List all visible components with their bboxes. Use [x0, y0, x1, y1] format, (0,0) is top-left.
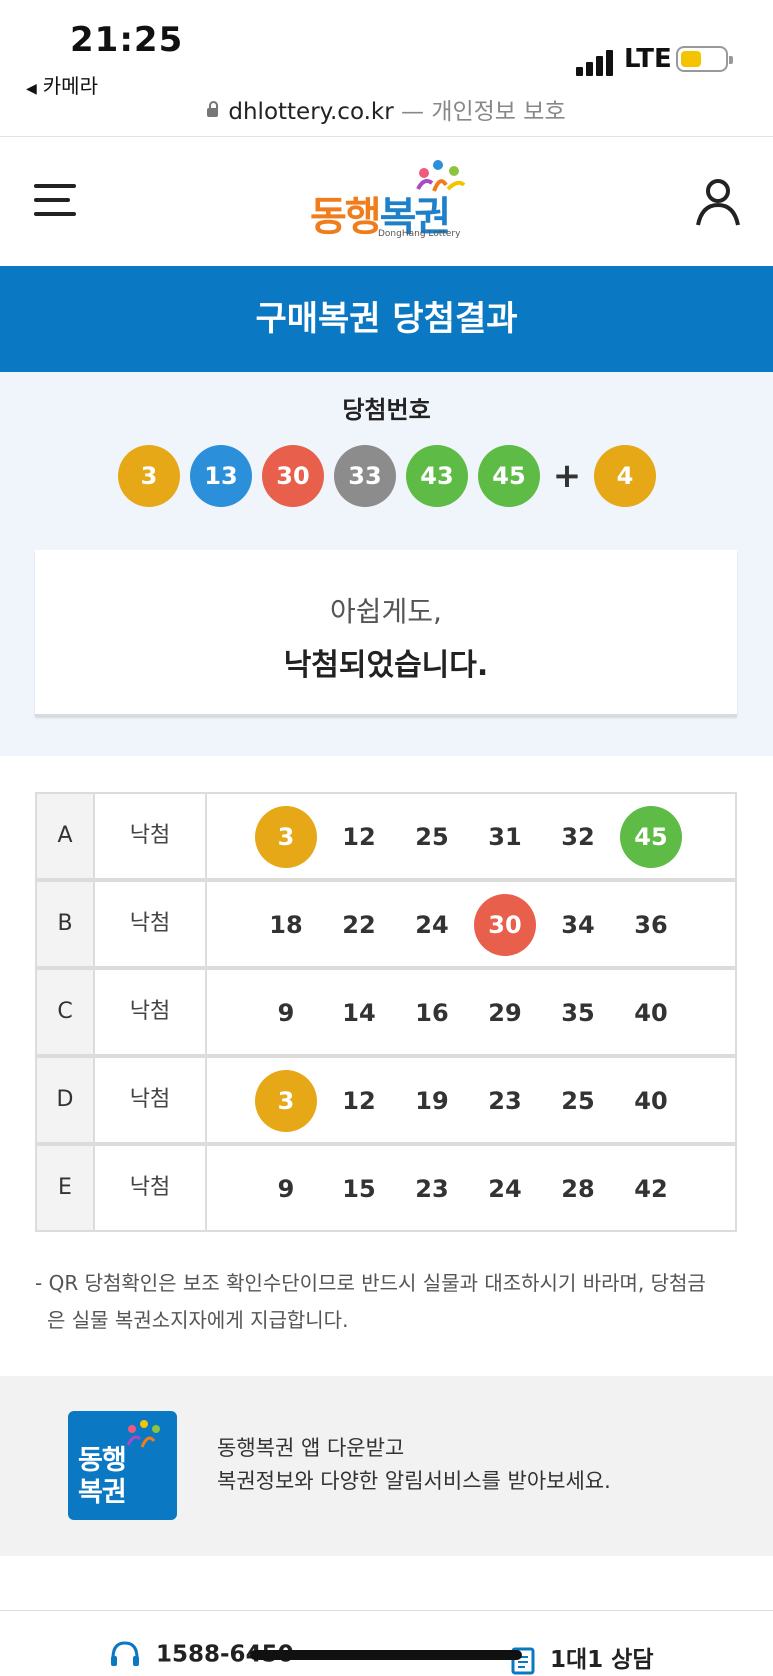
game-number: 40 [634, 1087, 668, 1115]
winning-ball: 30 [262, 445, 324, 507]
game-numbers: 3 12 19 23 25 40 [205, 1056, 737, 1144]
game-label: D [35, 1056, 95, 1144]
table-row: A 낙첨 3 12 25 31 32 45 [35, 792, 737, 880]
game-number: 36 [634, 911, 668, 939]
notice-line2: 은 실물 복권소지자에게 지급합니다. [47, 1308, 349, 1332]
winning-numbers-label: 당첨번호 [342, 396, 431, 424]
game-result: 낙첨 [93, 792, 207, 880]
app-logo-line2: 복권 [78, 1477, 127, 1508]
game-number: 29 [488, 999, 522, 1027]
game-number: 34 [561, 911, 595, 939]
game-number: 24 [488, 1175, 522, 1203]
game-result: 낙첨 [93, 1056, 207, 1144]
app-banner-line1: 동행복권 앱 다운받고 [217, 1436, 405, 1460]
game-number: 35 [561, 999, 595, 1027]
page-title: 구매복권 당첨결과 [0, 266, 773, 372]
game-number: 28 [561, 1175, 595, 1203]
game-number: 9 [277, 999, 295, 1027]
game-result: 낙첨 [93, 880, 207, 968]
notice-line1: - QR 당첨확인은 보조 확인수단이므로 반드시 실물과 대조하시기 바라며,… [35, 1271, 706, 1295]
clock: 21:25 [70, 20, 184, 60]
app-banner-text: 동행복권 앱 다운받고 복권정보와 다양한 알림서비스를 받아보세요. [217, 1432, 611, 1498]
headset-icon [111, 1641, 139, 1666]
chat-label: 1대1 상담 [550, 1647, 654, 1673]
result-message-line2: 낙첨되었습니다. [283, 648, 489, 683]
app-logo-figures-icon [126, 1420, 160, 1448]
winning-numbers-section: 당첨번호 3 13 30 33 43 45 +4 아쉽게도, 낙첨되었습니다. [0, 372, 773, 756]
site-logo[interactable]: 동행복권 DongHang Lottery [310, 159, 470, 249]
table-row: E 낙첨 9 15 23 24 28 42 [35, 1144, 737, 1232]
bonus-plus-sign: + [552, 456, 582, 496]
one-on-one-chat-link[interactable]: 1대1 상담 [510, 1640, 654, 1676]
game-label: E [35, 1144, 95, 1232]
app-banner-line2: 복권정보와 다양한 알림서비스를 받아보세요. [217, 1469, 611, 1493]
game-number: 25 [415, 823, 449, 851]
network-label: LTE [624, 44, 672, 74]
matched-number: 45 [620, 806, 682, 868]
table-row: D 낙첨 3 12 19 23 25 40 [35, 1056, 737, 1144]
hamburger-icon[interactable] [34, 182, 76, 218]
matched-number: 3 [255, 1070, 317, 1132]
game-numbers: 9 15 23 24 28 42 [205, 1144, 737, 1232]
game-number: 24 [415, 911, 449, 939]
home-indicator[interactable] [250, 1650, 522, 1660]
user-icon[interactable] [694, 177, 742, 227]
game-number: 32 [561, 823, 595, 851]
winning-ball: 45 [478, 445, 540, 507]
logo-subtitle: DongHang Lottery [378, 229, 461, 239]
game-number: 9 [277, 1175, 295, 1203]
table-row: C 낙첨 9 14 16 29 35 40 [35, 968, 737, 1056]
url-domain: dhlottery.co.kr [228, 99, 394, 125]
game-result: 낙첨 [93, 1144, 207, 1232]
matched-number: 3 [255, 806, 317, 868]
result-message-line1: 아쉽게도, [330, 595, 442, 628]
game-label: C [35, 968, 95, 1056]
game-numbers: 18 22 24 30 34 36 [205, 880, 737, 968]
status-bar: 21:25 ◀ 카메라 LTE dhlottery.co.kr — 개인정보 보호 [0, 0, 773, 137]
game-numbers: 9 14 16 29 35 40 [205, 968, 737, 1056]
signal-icon [576, 46, 618, 76]
game-numbers: 3 12 25 31 32 45 [205, 792, 737, 880]
matched-number: 30 [474, 894, 536, 956]
winning-ball: 43 [406, 445, 468, 507]
winning-ball: 3 [118, 445, 180, 507]
result-card: 아쉽게도, 낙첨되었습니다. [35, 550, 737, 716]
table-row: B 낙첨 18 22 24 30 34 36 [35, 880, 737, 968]
lock-icon [207, 101, 219, 117]
game-number: 18 [269, 911, 303, 939]
footer-divider [0, 1610, 773, 1611]
app-logo-line1: 동행 [78, 1445, 127, 1476]
game-number: 14 [342, 999, 376, 1027]
game-label: A [35, 792, 95, 880]
game-number: 25 [561, 1087, 595, 1115]
game-number: 22 [342, 911, 376, 939]
address-bar[interactable]: dhlottery.co.kr — 개인정보 보호 [0, 92, 773, 126]
url-privacy-label: — 개인정보 보호 [401, 99, 566, 125]
bonus-ball: 4 [594, 445, 656, 507]
winning-ball: 33 [334, 445, 396, 507]
app-logo-icon: 동행 복권 [68, 1411, 177, 1520]
game-label: B [35, 880, 95, 968]
game-number: 12 [342, 823, 376, 851]
battery-icon [676, 46, 733, 72]
qr-notice: - QR 당첨확인은 보조 확인수단이므로 반드시 실물과 대조하시기 바라며,… [35, 1265, 740, 1339]
site-header: 동행복권 DongHang Lottery [0, 137, 773, 266]
game-number: 31 [488, 823, 522, 851]
game-number: 42 [634, 1175, 668, 1203]
game-result: 낙첨 [93, 968, 207, 1056]
game-number: 23 [488, 1087, 522, 1115]
game-number: 19 [415, 1087, 449, 1115]
game-number: 16 [415, 999, 449, 1027]
game-number: 23 [415, 1175, 449, 1203]
game-number: 15 [342, 1175, 376, 1203]
winning-ball: 13 [190, 445, 252, 507]
game-number: 12 [342, 1087, 376, 1115]
app-download-banner[interactable]: 동행 복권 동행복권 앱 다운받고 복권정보와 다양한 알림서비스를 받아보세요… [0, 1376, 773, 1556]
game-number: 40 [634, 999, 668, 1027]
